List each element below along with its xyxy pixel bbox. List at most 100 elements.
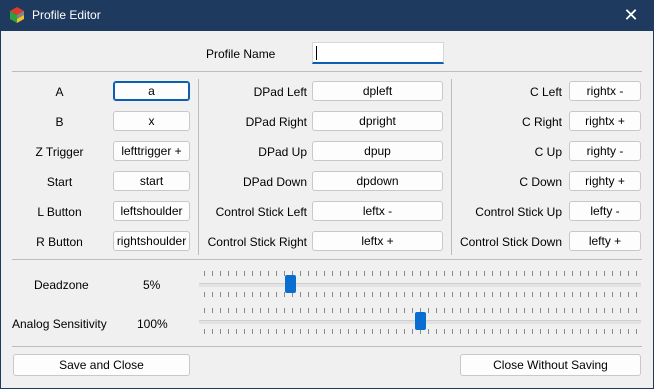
mapping-label: DPad Down — [242, 175, 307, 189]
tick-mark — [444, 292, 445, 297]
tick-mark — [476, 271, 477, 276]
tick-mark — [628, 292, 629, 297]
slider-thumb[interactable] — [285, 275, 296, 293]
tick-mark — [324, 329, 325, 334]
column-divider-2 — [451, 79, 452, 255]
mapping-button[interactable]: righty - — [569, 141, 641, 161]
title-bar[interactable]: Profile Editor ✕ — [0, 0, 654, 31]
tick-mark — [476, 292, 477, 297]
tick-mark — [396, 292, 397, 297]
tick-mark — [244, 329, 245, 334]
mapping-button[interactable]: dpdown — [312, 171, 443, 191]
tick-mark — [452, 329, 453, 334]
tick-mark — [380, 271, 381, 276]
tick-mark — [540, 308, 541, 313]
tick-mark — [532, 292, 533, 297]
slider-track — [199, 283, 641, 287]
tick-mark — [564, 308, 565, 313]
tick-mark — [460, 292, 461, 297]
close-without-saving-button[interactable]: Close Without Saving — [460, 354, 641, 376]
mapping-button[interactable]: leftshoulder — [113, 201, 190, 221]
tick-mark — [428, 308, 429, 313]
mapping-button[interactable]: rightshoulder — [113, 231, 190, 251]
tick-mark — [620, 329, 621, 334]
mapping-button[interactable]: dpleft — [312, 81, 443, 101]
mapping-button[interactable]: leftx + — [312, 231, 443, 251]
tick-mark — [572, 308, 573, 313]
tick-mark — [356, 329, 357, 334]
tick-mark — [212, 271, 213, 276]
mapping-button[interactable]: leftx - — [312, 201, 443, 221]
profile-editor-window: Profile Editor ✕ Profile Name Aa Bx Z Trig… — [0, 0, 654, 389]
mapping-button[interactable]: dpright — [312, 111, 443, 131]
tick-mark — [532, 308, 533, 313]
mapping-button[interactable]: righty + — [569, 171, 641, 191]
tick-mark — [332, 271, 333, 276]
tick-mark — [316, 308, 317, 313]
tick-mark — [444, 308, 445, 313]
tick-mark — [212, 329, 213, 334]
tick-mark — [588, 308, 589, 313]
tick-mark — [228, 308, 229, 313]
mapping-button[interactable]: lefty - — [569, 201, 641, 221]
mapping-label: Control Stick Up — [475, 205, 562, 219]
tick-mark — [268, 271, 269, 276]
tick-mark — [404, 329, 405, 334]
tick-mark — [212, 308, 213, 313]
tick-mark — [356, 271, 357, 276]
sensitivity-slider[interactable] — [199, 308, 641, 334]
mapping-button[interactable]: rightx + — [569, 111, 641, 131]
sensitivity-label: Analog Sensitivity — [12, 317, 107, 331]
tick-mark — [316, 271, 317, 276]
tick-mark — [548, 271, 549, 276]
mapping-button[interactable]: a — [113, 81, 190, 101]
tick-mark — [428, 292, 429, 297]
slider-thumb[interactable] — [415, 312, 426, 330]
save-and-close-button[interactable]: Save and Close — [13, 354, 190, 376]
tick-mark — [212, 292, 213, 297]
mapping-button[interactable]: rightx - — [569, 81, 641, 101]
mapping-button[interactable]: lefttrigger + — [113, 141, 190, 161]
tick-mark — [396, 271, 397, 276]
tick-mark — [532, 271, 533, 276]
tick-mark — [236, 329, 237, 334]
tick-mark — [420, 271, 421, 276]
tick-mark — [204, 292, 205, 297]
tick-mark — [356, 292, 357, 297]
tick-mark — [524, 292, 525, 297]
tick-mark — [572, 329, 573, 334]
mapping-button[interactable]: x — [113, 111, 190, 131]
tick-mark — [372, 271, 373, 276]
tick-mark — [524, 329, 525, 334]
mapping-button[interactable]: start — [113, 171, 190, 191]
tick-mark — [428, 329, 429, 334]
close-icon[interactable]: ✕ — [608, 0, 654, 31]
tick-mark — [508, 292, 509, 297]
tick-mark — [532, 329, 533, 334]
tick-mark — [348, 292, 349, 297]
mapping-button[interactable]: dpup — [312, 141, 443, 161]
mapping-label: C Down — [519, 175, 562, 189]
tick-mark — [540, 292, 541, 297]
tick-mark — [556, 292, 557, 297]
deadzone-label: Deadzone — [34, 278, 89, 292]
mapping-label: C Right — [521, 115, 562, 129]
deadzone-slider[interactable] — [199, 271, 641, 297]
tick-mark — [228, 271, 229, 276]
mapping-label: L Button — [37, 205, 82, 219]
tick-mark — [556, 271, 557, 276]
tick-mark — [316, 292, 317, 297]
tick-mark — [508, 329, 509, 334]
mapping-button[interactable]: lefty + — [569, 231, 641, 251]
tick-mark — [340, 329, 341, 334]
tick-mark — [220, 329, 221, 334]
tick-mark — [220, 271, 221, 276]
profile-name-input[interactable] — [312, 42, 444, 64]
tick-mark — [596, 308, 597, 313]
tick-mark — [260, 271, 261, 276]
tick-mark — [308, 308, 309, 313]
tick-mark — [244, 308, 245, 313]
tick-mark — [420, 292, 421, 297]
mapping-label: C Up — [534, 145, 562, 159]
mapping-label: Control Stick Right — [207, 235, 307, 249]
